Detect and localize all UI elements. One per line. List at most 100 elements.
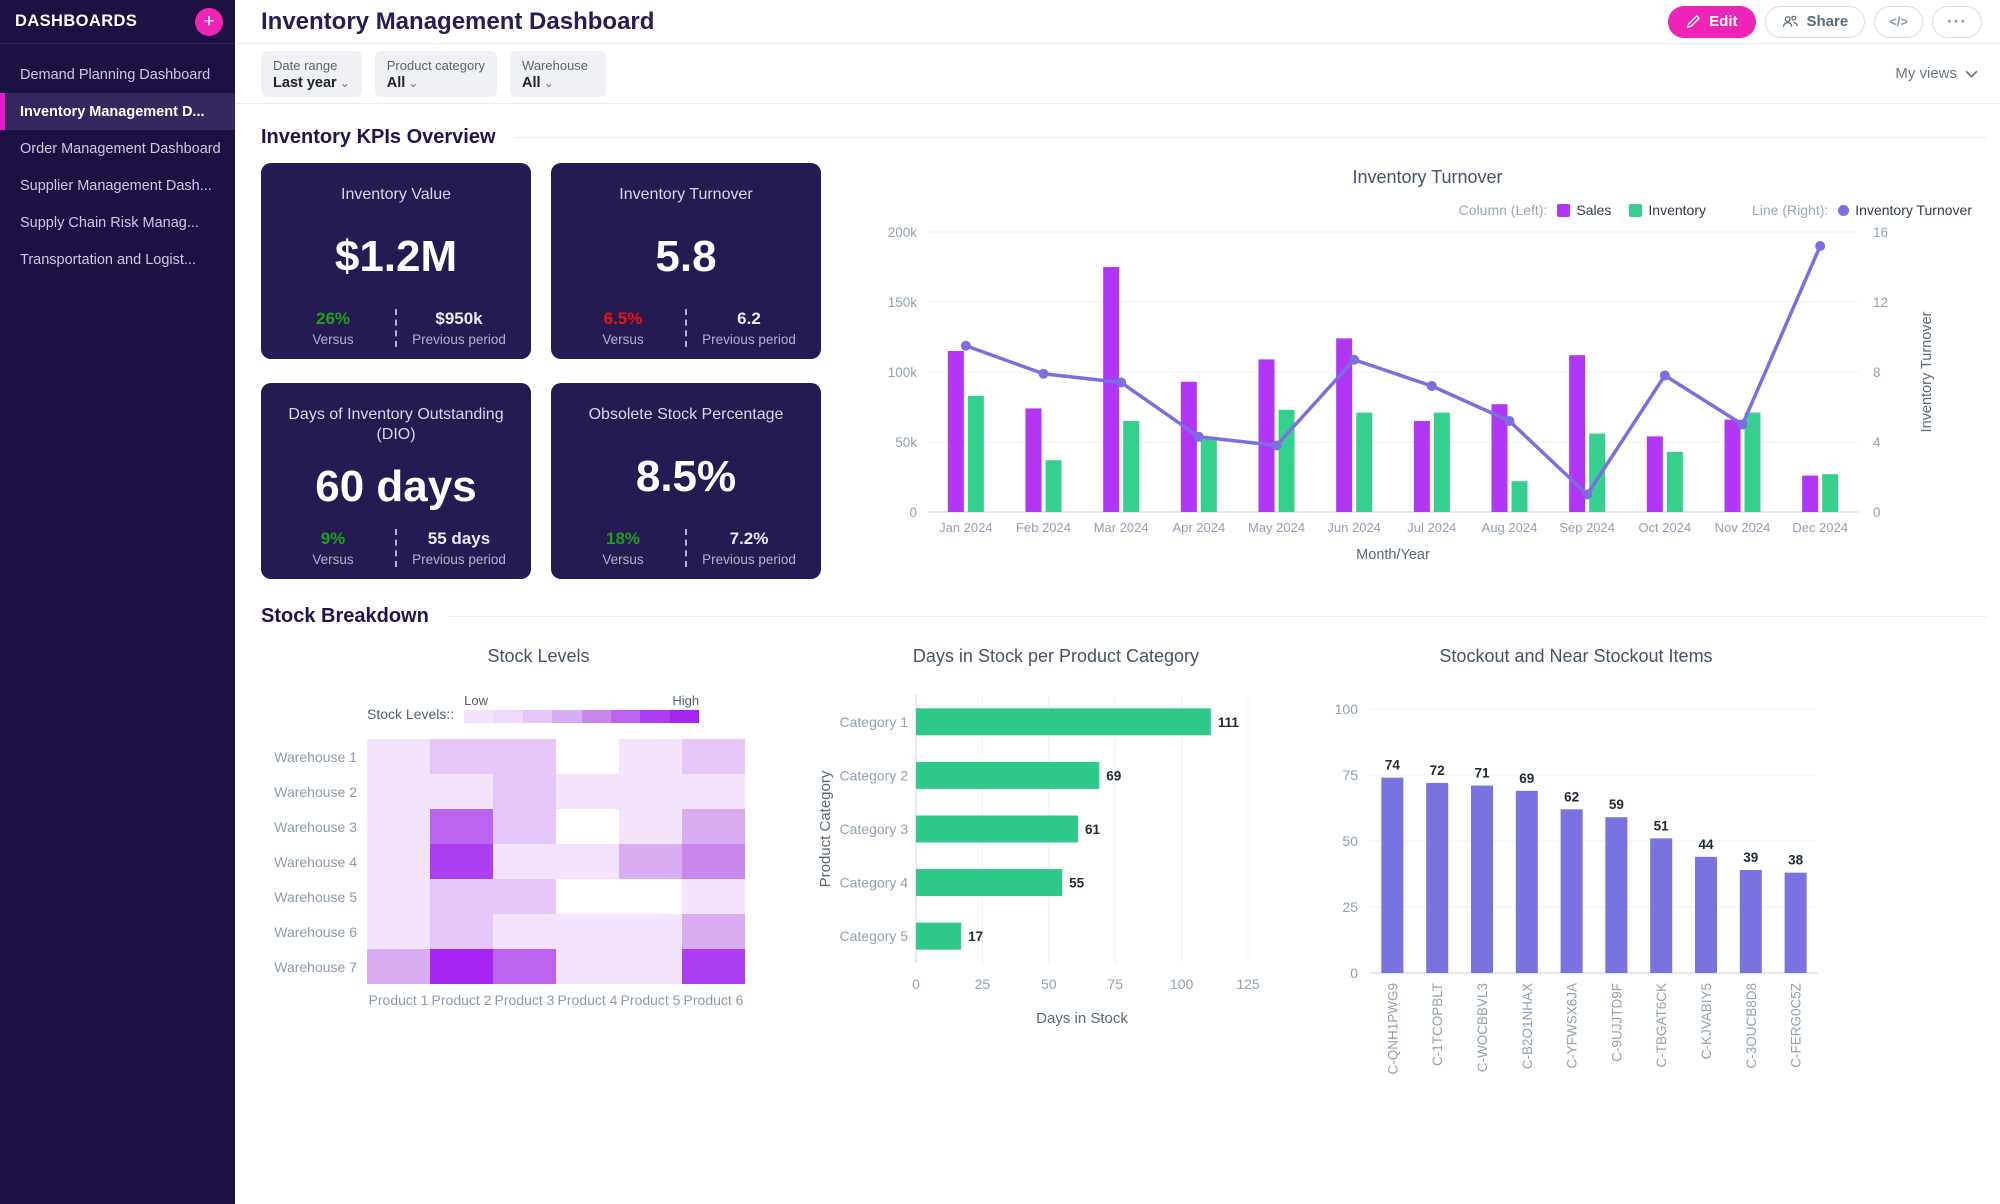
heatmap-row-label: Warehouse 6 — [271, 914, 367, 949]
heatmap-cell-r7c1 — [367, 949, 430, 984]
stockout-chart-panel[interactable]: Stockout and Near Stockout Items02550751… — [1306, 642, 1846, 1106]
heatmap-cell-r1c4 — [556, 739, 619, 774]
heatmap-cell-r3c5 — [619, 809, 682, 844]
heatmap-cell-r2c2 — [430, 774, 493, 809]
svg-text:Apr 2024: Apr 2024 — [1172, 520, 1225, 535]
chart-title: Stockout and Near Stockout Items — [1306, 646, 1846, 667]
svg-text:Mar 2024: Mar 2024 — [1094, 520, 1149, 535]
heatmap-cell-r5c4 — [556, 879, 619, 914]
stock-levels-heatmap-panel[interactable]: Stock LevelsStock Levels::LowHighWarehou… — [261, 642, 806, 1019]
svg-text:Month/Year: Month/Year — [1356, 547, 1430, 563]
heatmap-row-label: Warehouse 7 — [271, 949, 367, 984]
days-in-stock-chart-panel[interactable]: Days in Stock per Product Category025507… — [816, 642, 1296, 1046]
svg-text:125: 125 — [1236, 976, 1260, 992]
heatmap-cell-r4c2 — [430, 844, 493, 879]
filter-chip-warehouse[interactable]: WarehouseAll⌄ — [510, 51, 606, 97]
sidebar-header: DASHBOARDS + — [0, 0, 235, 44]
heatmap-cell-r5c1 — [367, 879, 430, 914]
svg-text:69: 69 — [1519, 771, 1534, 786]
svg-text:8: 8 — [1873, 365, 1881, 380]
combo-chart-svg: 050k100k150k200k0481216Inventory Turnove… — [869, 222, 1979, 567]
sidebar-item-2[interactable]: Inventory Management D... — [0, 93, 235, 130]
kpi-versus-label: Versus — [561, 332, 685, 347]
dashboard-list: Demand Planning DashboardInventory Manag… — [0, 44, 235, 278]
kpi-previous-label: Previous period — [687, 332, 811, 347]
filter-chip-product-category[interactable]: Product categoryAll⌄ — [375, 51, 497, 97]
svg-text:111: 111 — [1218, 715, 1240, 730]
heatmap-cell-r4c1 — [367, 844, 430, 879]
kpi-previous-value: 6.2 — [687, 309, 811, 329]
heatmap-cell-r6c2 — [430, 914, 493, 949]
heatmap-cell-r5c2 — [430, 879, 493, 914]
heatmap-row-label: Warehouse 5 — [271, 879, 367, 914]
kpi-previous-value: 7.2% — [687, 529, 811, 549]
svg-text:25: 25 — [1342, 899, 1358, 915]
section-divider — [514, 137, 1986, 138]
heatmap-cell-r3c2 — [430, 809, 493, 844]
filter-chips: Date rangeLast year⌄ Product categoryAll⌄… — [261, 51, 606, 97]
svg-text:44: 44 — [1698, 837, 1714, 852]
heatmap-legend: Stock Levels::LowHigh — [367, 693, 806, 723]
heatmap-cell-r4c3 — [493, 844, 556, 879]
svg-text:55: 55 — [1069, 876, 1085, 891]
kpi-delta: 6.5% — [561, 309, 685, 329]
svg-text:150k: 150k — [888, 295, 918, 310]
chevron-down-icon: ⌄ — [544, 76, 554, 90]
heatmap-cell-r3c6 — [682, 809, 745, 844]
sidebar-item-6[interactable]: Transportation and Logist... — [0, 241, 235, 278]
legend-entry: Inventory — [1629, 202, 1706, 218]
more-options-button[interactable]: ··· — [1932, 6, 1982, 38]
inventory-turnover-chart-panel[interactable]: Inventory TurnoverColumn (Left):SalesInv… — [869, 163, 1986, 579]
dashboard-content: Inventory KPIs Overview Inventory Value$… — [235, 104, 2000, 1204]
breakdown-charts-row: Stock LevelsStock Levels::LowHighWarehou… — [261, 642, 1986, 1106]
share-label: Share — [1807, 13, 1849, 30]
svg-text:C-WOCBBVL3: C-WOCBBVL3 — [1475, 983, 1490, 1072]
sidebar-item-5[interactable]: Supply Chain Risk Manag... — [0, 204, 235, 241]
sidebar-item-4[interactable]: Supplier Management Dash... — [0, 167, 235, 204]
svg-text:Category 5: Category 5 — [840, 928, 909, 944]
kpi-value: 60 days — [315, 445, 476, 529]
heatmap-cell-r2c4 — [556, 774, 619, 809]
svg-text:C-3OUCB8D8: C-3OUCB8D8 — [1744, 983, 1759, 1069]
kpi-delta: 18% — [561, 529, 685, 549]
kpi-delta: 26% — [271, 309, 395, 329]
svg-text:Jun 2024: Jun 2024 — [1327, 520, 1381, 535]
chevron-down-icon — [1965, 70, 1978, 78]
filter-chip-date-range[interactable]: Date rangeLast year⌄ — [261, 51, 362, 97]
svg-text:0: 0 — [1350, 965, 1358, 981]
svg-text:Feb 2024: Feb 2024 — [1016, 520, 1071, 535]
heatmap-col-label: Product 2 — [430, 984, 493, 1019]
sidebar-item-1[interactable]: Demand Planning Dashboard — [0, 56, 235, 93]
svg-text:50k: 50k — [895, 435, 917, 450]
heatmap-cell-r3c3 — [493, 809, 556, 844]
legend-label: Stock Levels:: — [367, 706, 454, 723]
chart-title: Days in Stock per Product Category — [816, 646, 1296, 667]
kpi-delta: 9% — [271, 529, 395, 549]
heatmap-cell-r6c4 — [556, 914, 619, 949]
add-dashboard-button[interactable]: + — [195, 8, 223, 36]
kpi-title: Obsolete Stock Percentage — [589, 405, 784, 425]
svg-text:Jan 2024: Jan 2024 — [939, 520, 993, 535]
heatmap-cell-r7c5 — [619, 949, 682, 984]
sidebar-item-3[interactable]: Order Management Dashboard — [0, 130, 235, 167]
share-button[interactable]: Share — [1765, 6, 1866, 38]
kpi-versus-label: Versus — [561, 552, 685, 567]
edit-button[interactable]: Edit — [1668, 6, 1755, 38]
legend-low-label: Low — [464, 693, 488, 708]
svg-text:75: 75 — [1107, 976, 1123, 992]
svg-text:71: 71 — [1474, 766, 1490, 781]
kpi-section: Inventory Value$1.2M26%Versus$950kPrevio… — [261, 163, 1986, 579]
legend-dot — [1838, 205, 1849, 216]
kpi-previous-value: $950k — [397, 309, 521, 329]
heatmap-cell-r1c6 — [682, 739, 745, 774]
people-icon — [1782, 14, 1799, 29]
svg-text:38: 38 — [1788, 853, 1804, 868]
heatmap-grid: Warehouse 1Warehouse 2Warehouse 3Warehou… — [271, 739, 806, 1019]
heatmap-cell-r2c6 — [682, 774, 745, 809]
embed-code-button[interactable]: </> — [1874, 6, 1923, 38]
svg-text:Category 1: Category 1 — [840, 714, 909, 730]
svg-text:17: 17 — [968, 929, 983, 944]
my-views-dropdown[interactable]: My views — [1895, 65, 1978, 82]
svg-text:0: 0 — [912, 976, 920, 992]
kpi-grid: Inventory Value$1.2M26%Versus$950kPrevio… — [261, 163, 821, 579]
